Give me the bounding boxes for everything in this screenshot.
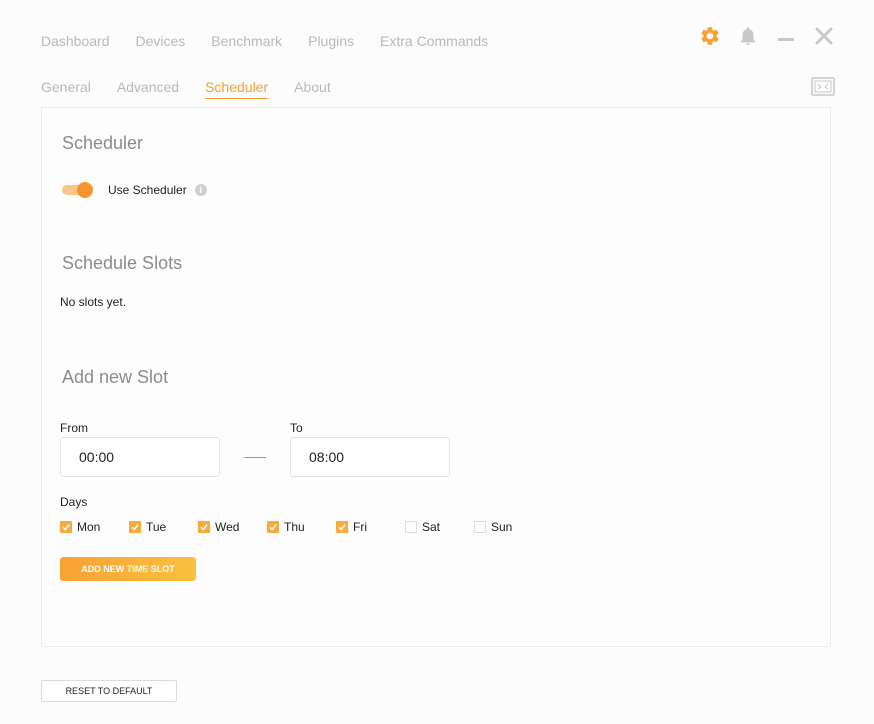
checkbox-sun[interactable]	[474, 521, 486, 533]
day-sat[interactable]: Sat	[405, 520, 474, 534]
use-scheduler-label: Use Scheduler	[108, 183, 187, 197]
day-thu[interactable]: Thu	[267, 520, 336, 534]
add-new-time-slot-button[interactable]: ADD NEW TIME SLOT	[60, 557, 196, 581]
checkbox-wed[interactable]	[198, 521, 210, 533]
settings-button[interactable]	[698, 24, 722, 48]
schedule-slots-title: Schedule Slots	[62, 253, 183, 273]
checkbox-mon[interactable]	[60, 521, 72, 533]
day-label: Mon	[77, 520, 101, 534]
minimize-button[interactable]	[774, 24, 798, 48]
checkmark-icon	[62, 524, 70, 531]
notifications-button[interactable]	[736, 24, 760, 48]
close-icon	[815, 27, 833, 45]
day-label: Thu	[284, 520, 305, 534]
to-label: To	[290, 421, 303, 435]
checkbox-thu[interactable]	[267, 521, 279, 533]
nav-devices[interactable]: Devices	[136, 33, 186, 49]
day-tue[interactable]: Tue	[129, 520, 198, 534]
day-label: Sun	[491, 520, 513, 534]
checkbox-sat[interactable]	[405, 521, 417, 533]
from-time-input[interactable]	[60, 437, 220, 477]
day-fri[interactable]: Fri	[336, 520, 405, 534]
bell-icon	[740, 27, 756, 46]
checkmark-icon	[131, 524, 139, 531]
gear-icon	[701, 27, 719, 45]
to-time-input[interactable]	[290, 437, 450, 477]
info-icon[interactable]: i	[194, 184, 207, 196]
day-wed[interactable]: Wed	[198, 520, 267, 534]
tab-scheduler[interactable]: Scheduler	[205, 79, 269, 99]
checkbox-fri[interactable]	[336, 521, 348, 533]
minimize-icon	[778, 38, 794, 41]
tab-advanced[interactable]: Advanced	[117, 79, 179, 99]
scheduler-panel: Scheduler Use Scheduler i Schedule Slots…	[41, 107, 831, 647]
day-mon[interactable]: Mon	[60, 520, 129, 534]
day-label: Wed	[215, 520, 240, 534]
window-controls	[698, 24, 836, 48]
use-scheduler-toggle[interactable]	[62, 182, 93, 198]
from-label: From	[60, 421, 88, 435]
tab-general[interactable]: General	[41, 79, 91, 99]
top-navigation: Dashboard Devices Benchmark Plugins Extr…	[41, 33, 514, 49]
nav-extra-commands[interactable]: Extra Commands	[380, 33, 488, 49]
day-label: Tue	[146, 520, 167, 534]
nav-dashboard[interactable]: Dashboard	[41, 33, 110, 49]
days-selector: Mon Tue Wed Thu Fri Sat Sun	[60, 520, 543, 534]
scheduler-title: Scheduler	[62, 133, 144, 153]
tab-about[interactable]: About	[294, 79, 331, 99]
day-sun[interactable]: Sun	[474, 520, 543, 534]
day-label: Sat	[422, 520, 441, 534]
toggle-knob	[77, 182, 93, 198]
nav-benchmark[interactable]: Benchmark	[211, 33, 282, 49]
nav-plugins[interactable]: Plugins	[308, 33, 354, 49]
time-range-separator	[244, 457, 266, 458]
checkmark-icon	[269, 524, 277, 531]
days-label: Days	[60, 495, 88, 509]
settings-tabs: General Advanced Scheduler About	[41, 79, 357, 99]
close-button[interactable]	[812, 24, 836, 48]
checkmark-icon	[200, 524, 208, 531]
day-label: Fri	[353, 520, 367, 534]
expand-button[interactable]	[811, 77, 835, 96]
use-scheduler-row: Use Scheduler i	[62, 182, 207, 198]
add-new-slot-title: Add new Slot	[62, 367, 169, 387]
no-slots-text: No slots yet.	[60, 295, 127, 309]
checkbox-tue[interactable]	[129, 521, 141, 533]
expand-icon	[811, 77, 835, 96]
reset-to-default-button[interactable]: RESET TO DEFAULT	[41, 680, 177, 702]
checkmark-icon	[338, 524, 346, 531]
